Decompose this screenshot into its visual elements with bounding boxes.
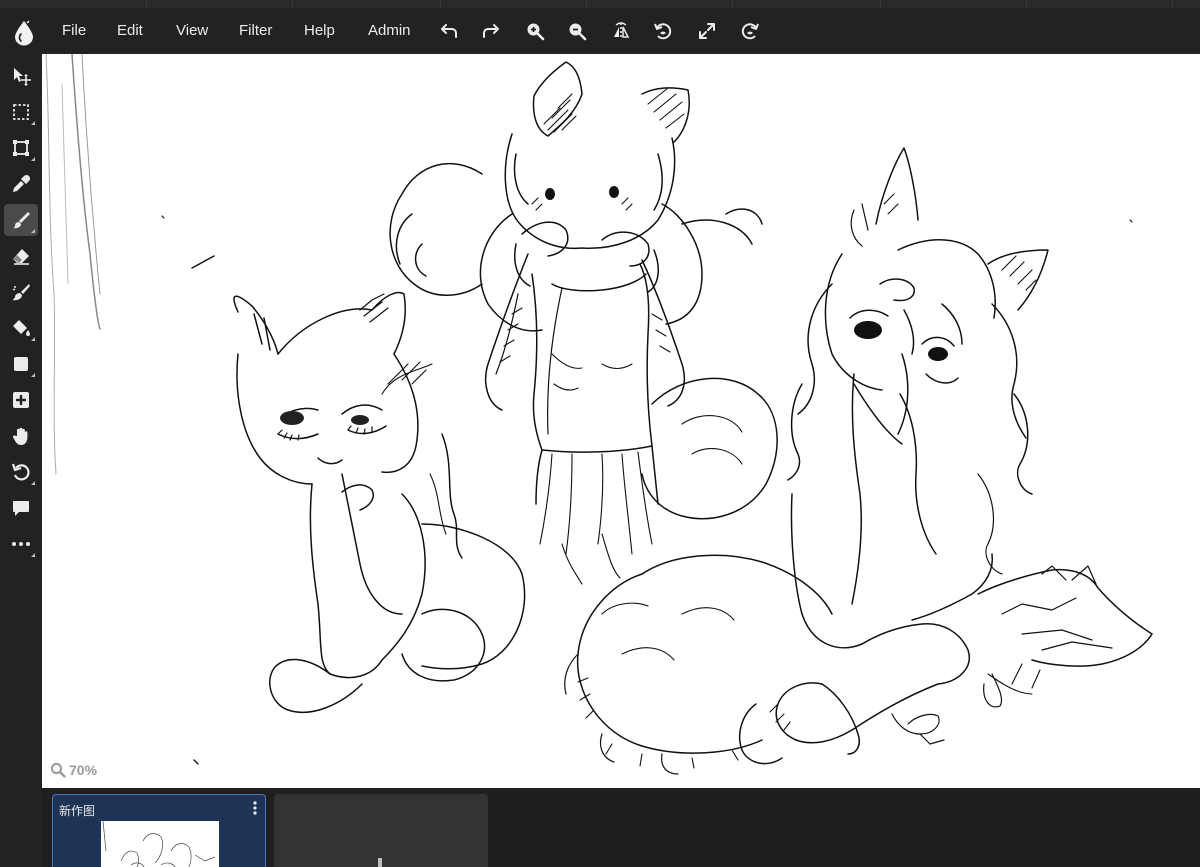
transform-icon[interactable] — [4, 132, 38, 164]
flip-horizontal-icon[interactable] — [609, 19, 633, 43]
shape-icon[interactable] — [4, 348, 38, 380]
rotate-left-icon[interactable] — [651, 19, 675, 43]
menu-filter[interactable]: Filter — [239, 22, 272, 39]
menu-edit[interactable]: Edit — [117, 22, 143, 39]
add-icon[interactable] — [4, 384, 38, 416]
plus-icon — [378, 858, 382, 867]
zoom-in-icon[interactable] — [523, 19, 547, 43]
top-strip — [0, 0, 1200, 8]
menu-admin[interactable]: Admin — [368, 22, 411, 39]
move-icon[interactable] — [4, 60, 38, 92]
eraser-icon[interactable] — [4, 240, 38, 272]
smudge-icon[interactable] — [4, 276, 38, 308]
new-document-card[interactable] — [274, 794, 488, 867]
zoom-out-icon[interactable] — [565, 19, 589, 43]
menu-help[interactable]: Help — [304, 22, 335, 39]
more-icon[interactable] — [4, 528, 38, 560]
drawing-canvas[interactable]: 70% — [42, 54, 1200, 788]
fill-bucket-icon[interactable] — [4, 312, 38, 344]
eyedropper-icon[interactable] — [4, 168, 38, 200]
document-thumbnail — [101, 820, 219, 867]
sketch-artwork — [45, 54, 1153, 775]
rotate-right-icon[interactable] — [738, 19, 762, 43]
document-name: 新作图 — [59, 804, 96, 818]
brush-icon[interactable] — [4, 204, 38, 236]
document-card[interactable]: 新作图 — [52, 794, 266, 867]
zoom-indicator[interactable]: 70% — [50, 762, 97, 778]
zoom-level: 70% — [69, 762, 98, 778]
droplet-logo-icon[interactable] — [12, 20, 36, 46]
menu-bar: File Edit View Filter Help Admin — [0, 8, 1200, 54]
document-panel: 新作图 — [42, 788, 1200, 867]
menu-view[interactable]: View — [176, 22, 208, 39]
undo-icon[interactable] — [437, 19, 461, 43]
rotate-canvas-icon[interactable] — [4, 456, 38, 488]
redo-icon[interactable] — [479, 19, 503, 43]
select-rect-icon[interactable] — [4, 96, 38, 128]
comment-icon[interactable] — [4, 492, 38, 524]
hand-icon[interactable] — [4, 420, 38, 452]
kebab-menu-icon[interactable] — [253, 801, 257, 815]
fullscreen-icon[interactable] — [695, 19, 719, 43]
tool-bar — [0, 54, 42, 867]
zoom-magnifier-icon — [50, 762, 66, 778]
menu-file[interactable]: File — [62, 22, 86, 39]
